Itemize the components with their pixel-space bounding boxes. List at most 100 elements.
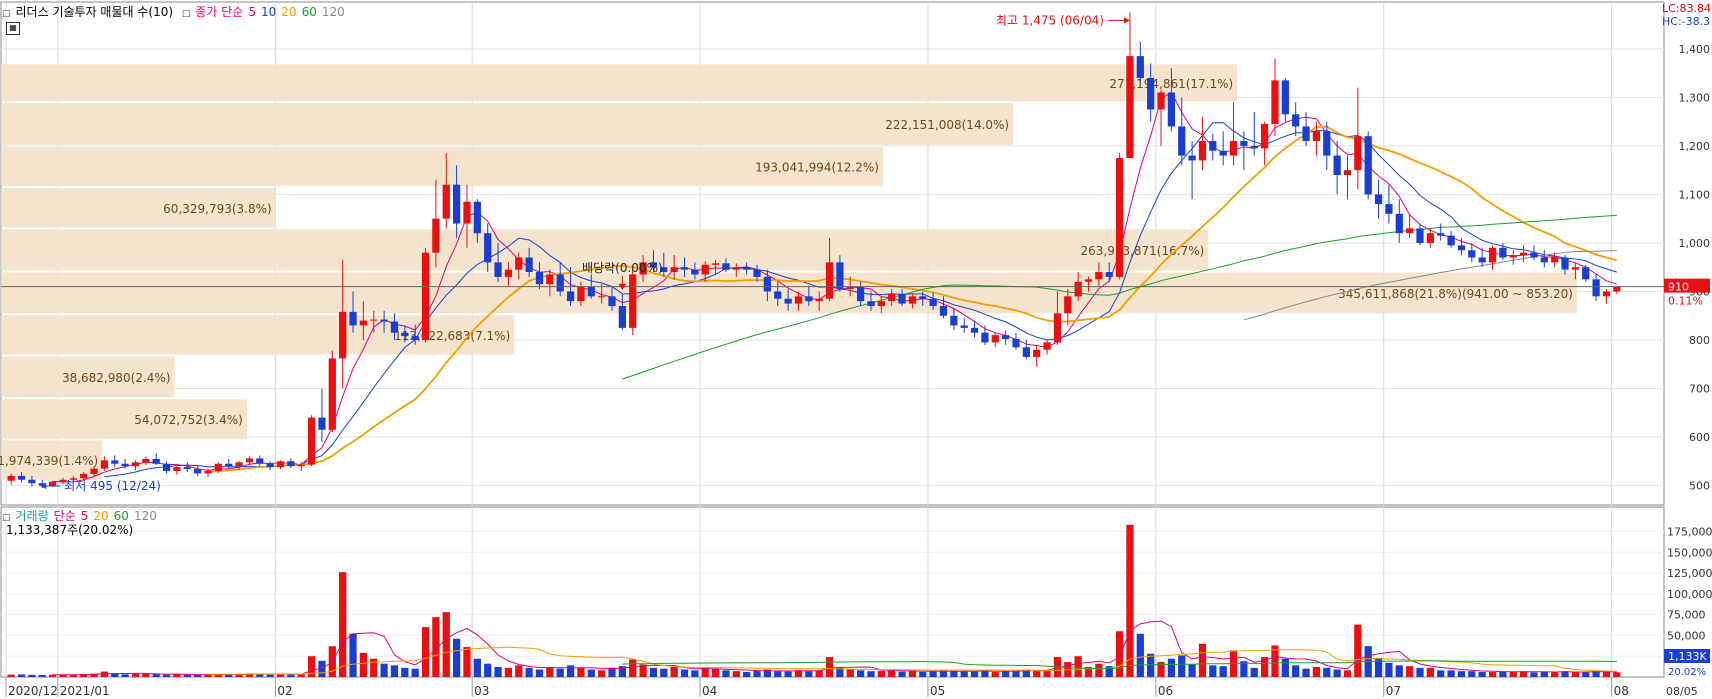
- candle-body: [1592, 279, 1600, 297]
- volume-bar: [349, 633, 357, 677]
- candle-body: [1437, 233, 1445, 236]
- candle-body: [1540, 257, 1548, 263]
- volume-bar: [1457, 671, 1466, 677]
- volume-bar: [546, 667, 554, 677]
- volume-tick-label: 125,000: [1667, 567, 1712, 580]
- volume-profile-label: 60,329,793(3.8%): [163, 202, 272, 216]
- candle-body: [100, 460, 109, 469]
- volume-profile-label: 345,611,868(21.8%)(941.00 ~ 853.20): [1338, 287, 1573, 301]
- volume-bar: [359, 652, 368, 677]
- candle-body: [1406, 228, 1414, 234]
- volume-bar: [784, 671, 792, 677]
- candle-body: [390, 321, 399, 333]
- volume-profile-label: 38,682,980(2.4%): [62, 371, 171, 385]
- volume-bar: [1468, 671, 1476, 677]
- candle-body: [1551, 257, 1559, 263]
- volume-bar: [1385, 662, 1393, 677]
- volume-bar: [1488, 672, 1497, 677]
- candle-body: [1519, 252, 1528, 256]
- candle-body: [774, 291, 782, 299]
- candle-body: [577, 286, 585, 302]
- ma-period-120: 120: [321, 5, 345, 19]
- candle-body: [1157, 92, 1165, 110]
- volume-bar: [194, 675, 202, 677]
- candle-body: [1468, 250, 1476, 258]
- candle-body: [1022, 347, 1030, 357]
- candle-body: [825, 262, 834, 299]
- candle-body: [1281, 80, 1289, 115]
- candle-body: [421, 252, 430, 340]
- candle-body: [1167, 92, 1176, 127]
- dividend-annotation: 배당락(0.00%): [582, 261, 663, 275]
- volume-bar: [370, 658, 378, 677]
- x-tick-label: 06: [1158, 684, 1173, 698]
- table-icon[interactable]: ▦: [6, 22, 20, 35]
- candle-body: [504, 269, 513, 277]
- candle-body: [732, 267, 740, 270]
- legend-marker-icon: □: [2, 9, 11, 19]
- x-tick-label: 08/05: [1666, 685, 1698, 698]
- volume-bar: [452, 638, 461, 677]
- volume-bar: [1406, 666, 1414, 677]
- candle-body: [1209, 141, 1217, 151]
- current-volume-pct-label: 20.02%: [1668, 667, 1706, 678]
- y-tick-label: 1,000: [1679, 237, 1711, 250]
- candle-body: [1053, 313, 1062, 343]
- candle-body: [794, 296, 803, 304]
- candle-body: [1002, 335, 1010, 340]
- candle-body: [950, 315, 958, 326]
- candle-body: [235, 462, 243, 467]
- volume-bar: [950, 671, 958, 677]
- candle-body: [535, 272, 544, 285]
- volume-bar: [121, 674, 129, 677]
- volume-bar: [774, 671, 782, 677]
- volume-bar: [401, 667, 409, 677]
- candle-body: [1095, 272, 1103, 280]
- candle-body: [701, 264, 709, 275]
- volume-bar: [1447, 670, 1455, 677]
- candle-body: [245, 458, 254, 463]
- volume-bar: [152, 674, 160, 677]
- candle-body: [266, 463, 274, 468]
- candle-body: [888, 293, 896, 302]
- candle-body: [753, 269, 761, 277]
- volume-bar: [649, 667, 658, 677]
- candle-body: [1582, 267, 1590, 280]
- volume-bar: [970, 671, 979, 677]
- volume-bar: [753, 670, 761, 677]
- candle-body: [598, 296, 606, 298]
- volume-tick-label: 50,000: [1667, 629, 1706, 642]
- candle-body: [525, 257, 533, 273]
- volume-info: 1,133,387주(20.02%): [6, 523, 134, 537]
- candle-body: [898, 293, 906, 304]
- candle-body: [411, 336, 419, 340]
- candle-body: [214, 463, 222, 472]
- volume-tick-label: 175,000: [1667, 525, 1712, 538]
- volume-bar: [1002, 671, 1010, 677]
- candle-body: [1602, 291, 1611, 297]
- candle-body: [1323, 131, 1331, 156]
- candle-body: [1043, 342, 1051, 350]
- candle-body: [307, 417, 316, 465]
- candle-body: [1229, 141, 1238, 156]
- ma-period-60: 60: [301, 5, 317, 19]
- candle-body: [743, 267, 751, 270]
- volume-bar: [960, 671, 968, 677]
- candle-body: [805, 296, 813, 302]
- volume-bar: [1281, 658, 1289, 677]
- price-legend: □ 리더스 기술투자 매물대 수(10) □ 종가 단순 5 10 20 60 120: [2, 3, 350, 20]
- x-tick-label: 03: [474, 684, 489, 698]
- candle-body: [1115, 158, 1124, 277]
- candle-body: [1478, 257, 1486, 263]
- candle-body: [1312, 131, 1321, 142]
- volume-bar: [680, 669, 689, 677]
- candle-body: [546, 274, 554, 285]
- volume-bar: [825, 657, 834, 677]
- y-tick-label: 1,100: [1679, 188, 1711, 201]
- candle-body: [939, 306, 948, 316]
- candle-body: [142, 458, 150, 463]
- candle-body: [194, 469, 202, 474]
- candle-body: [401, 332, 409, 337]
- volume-profile-label: 113,022,683(7.1%): [394, 329, 510, 343]
- stock-chart[interactable]: 271,194,861(17.1%)222,151,008(14.0%)193,…: [0, 0, 1712, 699]
